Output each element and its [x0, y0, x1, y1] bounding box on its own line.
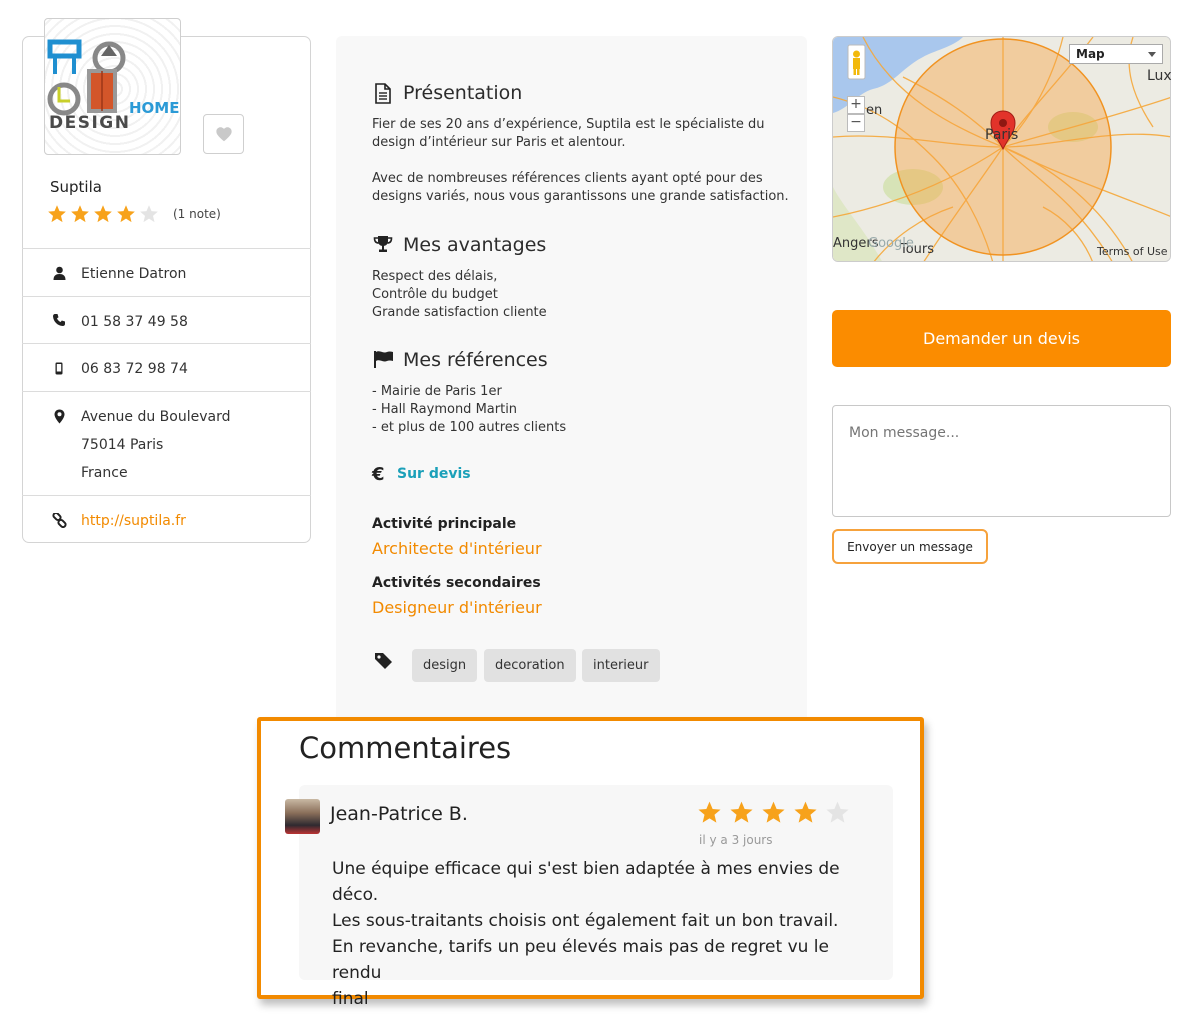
- map-type-value: Map: [1076, 47, 1105, 61]
- comment-timestamp: il y a 3 jours: [699, 833, 773, 847]
- flag-icon: [372, 348, 394, 370]
- secondary-activity-label: Activités secondaires: [372, 575, 541, 591]
- request-quote-button[interactable]: Demander un devis: [832, 310, 1171, 367]
- secondary-activity-link[interactable]: Designeur d'intérieur: [372, 598, 542, 617]
- map-label-lux: Lux: [1147, 68, 1172, 84]
- logo-design-text: DESIGN: [49, 113, 131, 133]
- send-message-button[interactable]: Envoyer un message: [832, 529, 988, 564]
- divider: [22, 248, 311, 249]
- comment-rating-stars: [697, 800, 850, 825]
- presentation-title: Présentation: [403, 82, 523, 104]
- tag-icon: [374, 652, 393, 673]
- favorite-button[interactable]: [203, 114, 244, 154]
- address-line2: 75014 Paris: [81, 437, 164, 453]
- price-label: Sur devis: [397, 466, 471, 482]
- euro-icon: €: [372, 464, 385, 485]
- map-label-caen: en: [866, 103, 883, 118]
- location-pin-icon: [51, 408, 67, 424]
- message-input[interactable]: [832, 405, 1171, 517]
- user-icon: [51, 265, 67, 281]
- heart-icon: [215, 127, 232, 142]
- tag-design[interactable]: design: [412, 649, 478, 682]
- provider-rating-stars: [47, 204, 159, 224]
- star-filled-icon: [762, 801, 785, 823]
- star-filled-icon: [730, 801, 753, 823]
- main-activity-label: Activité principale: [372, 516, 517, 532]
- star-empty-icon: [826, 801, 849, 823]
- rating-count: (1 note): [173, 207, 221, 221]
- logo-home-text: HOME: [129, 99, 180, 117]
- phone-number[interactable]: 01 58 37 49 58: [81, 308, 188, 336]
- website-link[interactable]: http://suptila.fr: [81, 507, 186, 535]
- chevron-down-icon: [1148, 52, 1156, 57]
- address-line3: France: [81, 465, 128, 481]
- map-google-logo: Google: [868, 236, 914, 251]
- provider-logo: HOME DESIGN: [44, 18, 181, 155]
- divider: [22, 391, 311, 392]
- map-graphic: [833, 37, 1170, 261]
- star-filled-icon: [71, 205, 89, 223]
- mobile-number[interactable]: 06 83 72 98 74: [81, 355, 188, 383]
- map-label-paris: Paris: [985, 127, 1019, 143]
- divider: [22, 296, 311, 297]
- main-activity-link[interactable]: Architecte d'intérieur: [372, 539, 542, 558]
- company-name: Suptila: [50, 178, 102, 196]
- star-filled-icon: [94, 205, 112, 223]
- logo-graphic: [47, 39, 126, 116]
- star-filled-icon: [794, 801, 817, 823]
- advantages-text: Respect des délais, Contrôle du budget G…: [372, 269, 547, 320]
- tag-decoration[interactable]: decoration: [484, 649, 576, 682]
- star-empty-icon: [140, 205, 158, 223]
- phone-icon: [51, 312, 67, 328]
- divider: [22, 343, 311, 344]
- address-line1: Avenue du Boulevard: [81, 409, 231, 425]
- map-zoom-in-button[interactable]: +: [847, 96, 865, 114]
- avatar: [285, 799, 320, 834]
- star-filled-icon: [117, 205, 135, 223]
- references-text: - Mairie de Paris 1er - Hall Raymond Mar…: [372, 384, 567, 435]
- map-type-select[interactable]: Map: [1069, 44, 1163, 64]
- contact-name: Etienne Datron: [81, 266, 187, 282]
- presentation-text: Fier de ses 20 ans d’expérience, Suptila…: [372, 117, 789, 204]
- comments-title: Commentaires: [299, 731, 512, 765]
- map-terms-link[interactable]: Terms of Use: [1097, 245, 1168, 258]
- tag-interieur[interactable]: interieur: [582, 649, 660, 682]
- mobile-icon: [51, 360, 67, 376]
- star-filled-icon: [48, 205, 66, 223]
- document-icon: [372, 82, 394, 104]
- references-title: Mes références: [403, 349, 548, 371]
- map-zoom-out-button[interactable]: −: [847, 114, 865, 132]
- trophy-icon: [372, 233, 394, 255]
- advantages-title: Mes avantages: [403, 234, 547, 256]
- divider: [22, 495, 311, 496]
- location-map[interactable]: [832, 36, 1171, 262]
- link-icon: [51, 512, 67, 528]
- comment-text: Une équipe efficace qui s'est bien adapt…: [332, 859, 840, 1009]
- comment-author: Jean-Patrice B.: [330, 803, 468, 825]
- star-filled-icon: [698, 801, 721, 823]
